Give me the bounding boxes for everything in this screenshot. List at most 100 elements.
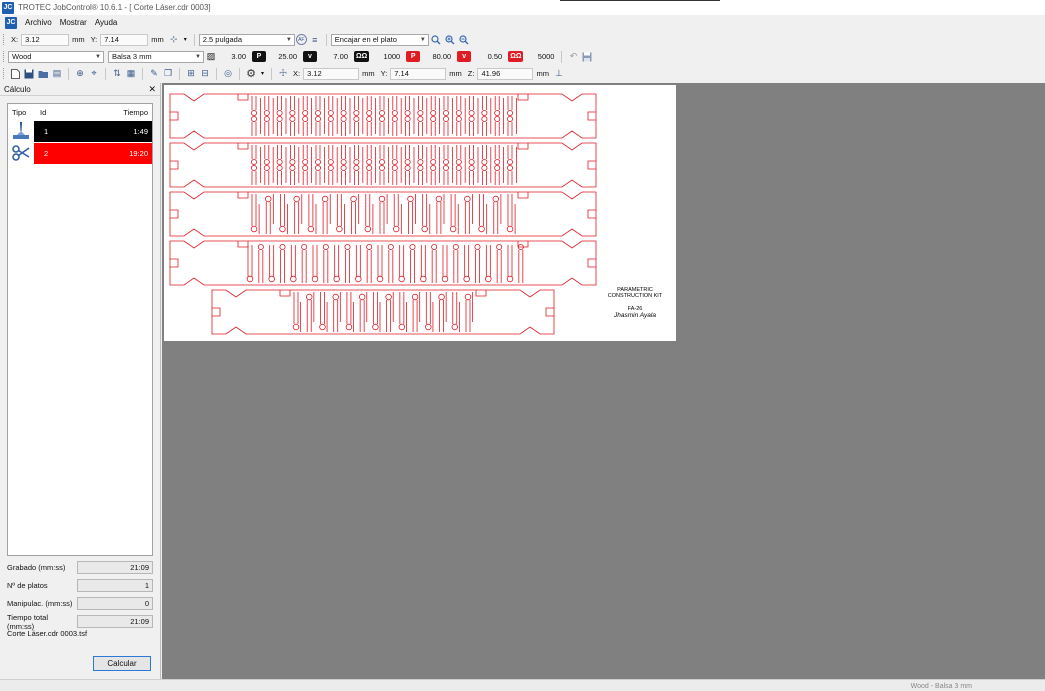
close-icon[interactable]: ✕ xyxy=(148,84,156,95)
z-axis-icon[interactable]: ⊥ xyxy=(553,68,565,80)
header-id[interactable]: Id xyxy=(34,108,94,117)
cut-path xyxy=(408,202,413,234)
job-z-field[interactable]: 41.96 xyxy=(477,67,534,80)
table-row[interactable]: 2 19:20 xyxy=(8,142,152,164)
cut-path xyxy=(479,194,484,226)
cut-path xyxy=(469,145,474,159)
cut-path xyxy=(455,165,462,172)
cut-path xyxy=(506,165,513,172)
toolbar-grip[interactable] xyxy=(3,34,5,45)
zoom-out-icon[interactable] xyxy=(458,34,470,46)
zoom-icon[interactable] xyxy=(430,34,442,46)
cut-path xyxy=(456,96,462,110)
panel-title: Cálculo xyxy=(4,84,31,94)
job-plate[interactable]: PARAMETRIC CONSTRUCTION KIT FA-26 Jhasmi… xyxy=(164,85,676,341)
save-icon[interactable] xyxy=(581,51,593,63)
app-menu-icon[interactable]: JC xyxy=(5,16,17,29)
y-position-field[interactable]: 7.14 xyxy=(100,33,149,46)
zoom-in-icon[interactable] xyxy=(444,34,456,46)
autofocus-button[interactable]: AF xyxy=(295,34,307,45)
stat-label: Manipulac. (mm:ss) xyxy=(7,599,73,608)
cut-path xyxy=(251,145,257,159)
view-icon[interactable]: ◎ xyxy=(222,68,234,80)
origin-dropdown-icon[interactable]: ▾ xyxy=(184,36,187,43)
cut-path xyxy=(464,293,472,301)
cut-path xyxy=(455,115,462,122)
sort-icon[interactable]: ⇅ xyxy=(111,68,123,80)
new-document-icon[interactable] xyxy=(9,68,21,80)
cut-path xyxy=(290,275,297,283)
separator xyxy=(179,67,180,80)
cut-path xyxy=(507,145,513,159)
cut-path xyxy=(334,245,340,277)
chevron-down-icon: ▼ xyxy=(419,36,426,43)
cut-path xyxy=(344,243,351,250)
cut-path xyxy=(328,145,334,159)
cut-path xyxy=(264,171,270,185)
menu-ayuda[interactable]: Ayuda xyxy=(95,18,118,27)
menu-archivo[interactable]: Archivo xyxy=(25,18,52,27)
cut-path xyxy=(436,202,442,234)
toolbar-grip[interactable] xyxy=(3,51,5,62)
cut-path xyxy=(506,225,514,233)
crosshair-icon[interactable]: ⊕ xyxy=(74,68,86,80)
status-bar: Wood - Balsa 3 mm xyxy=(0,679,1045,691)
cut-speed-value[interactable]: 0.50 xyxy=(474,52,503,61)
cut-path xyxy=(441,275,449,283)
focus-settings-icon[interactable]: ≡ xyxy=(309,34,321,46)
table-row[interactable]: 1 1:49 xyxy=(8,120,152,142)
cut-path xyxy=(250,225,258,233)
cut-frequency-value[interactable]: 5000 xyxy=(526,52,555,61)
engrave-speed-badge: v xyxy=(303,51,317,62)
cut-path xyxy=(302,159,309,166)
cut-path xyxy=(420,245,426,277)
origin-icon[interactable]: ⊹ xyxy=(168,34,180,46)
open-folder-icon[interactable] xyxy=(37,68,49,80)
thickness-value[interactable]: 3.00 xyxy=(218,52,246,61)
lens-select[interactable]: 2.5 pulgada ▼ xyxy=(198,33,295,46)
cut-path xyxy=(399,292,405,324)
cut-path xyxy=(293,195,300,203)
separator xyxy=(68,67,69,80)
cut-path xyxy=(302,96,308,110)
engrave-frequency-value[interactable]: 1000 xyxy=(372,52,401,61)
x-position-field[interactable]: 3.12 xyxy=(21,33,70,46)
settings-gear-icon[interactable]: ⚙ xyxy=(245,68,257,80)
cut-path xyxy=(475,290,487,297)
material-group-select[interactable]: Wood ▼ xyxy=(8,50,104,63)
align-icon[interactable]: ⊞ xyxy=(185,68,197,80)
cut-path xyxy=(353,115,360,122)
marker-icon[interactable]: ⌖ xyxy=(88,68,100,80)
print-preview-icon[interactable]: ▤ xyxy=(51,68,63,80)
cut-path xyxy=(289,165,296,172)
header-time[interactable]: Tiempo xyxy=(94,108,152,117)
menu-mostrar[interactable]: Mostrar xyxy=(60,18,87,27)
cut-path xyxy=(430,96,436,110)
cut-path xyxy=(355,275,362,283)
undo-icon[interactable]: ↶ xyxy=(567,51,579,63)
fit-select[interactable]: Encajar en el plato ▼ xyxy=(330,33,429,46)
cut-path xyxy=(393,194,399,226)
cut-path xyxy=(354,145,359,159)
calculate-button[interactable]: Calcular xyxy=(93,656,151,671)
engrave-speed-value[interactable]: 7.00 xyxy=(320,52,348,61)
engrave-power-value[interactable]: 25.00 xyxy=(269,52,297,61)
cut-path xyxy=(289,109,296,116)
cut-path xyxy=(442,165,449,172)
copy-icon[interactable]: ❐ xyxy=(162,68,174,80)
save-job-icon[interactable] xyxy=(23,68,35,80)
cut-power-value[interactable]: 80.00 xyxy=(423,52,451,61)
edit-icon[interactable]: ✎ xyxy=(148,68,160,80)
group-icon[interactable]: ⊟ xyxy=(199,68,211,80)
job-y-field[interactable]: 7.14 xyxy=(390,67,447,80)
material-select[interactable]: Balsa 3 mm ▼ xyxy=(108,50,204,63)
layers-icon[interactable]: ▦ xyxy=(125,68,137,80)
header-type[interactable]: Tipo xyxy=(8,108,34,117)
job-x-field[interactable]: 3.12 xyxy=(303,67,360,80)
toolbar-grip[interactable] xyxy=(3,68,5,79)
cut-path xyxy=(170,160,179,170)
position-pointer-icon[interactable]: ☩ xyxy=(277,68,289,80)
cut-path xyxy=(251,96,257,110)
cut-path xyxy=(264,122,270,136)
settings-dropdown-icon[interactable]: ▾ xyxy=(261,70,264,77)
